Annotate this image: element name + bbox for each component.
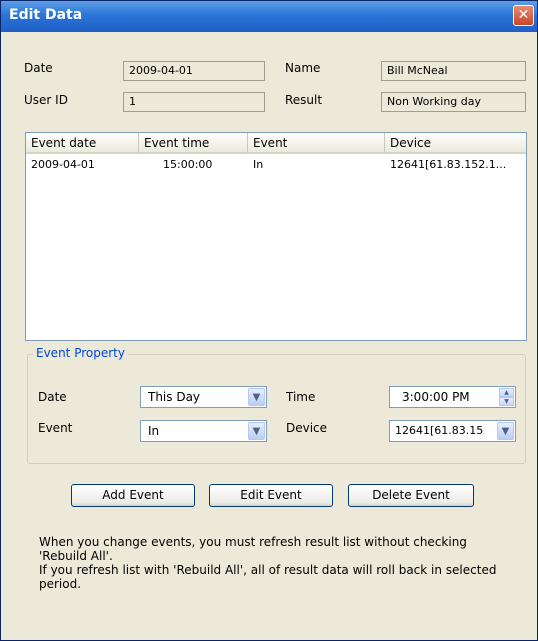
edit-event-button[interactable]: Edit Event	[209, 484, 333, 507]
time-spinner-value: 3:00:00 PM	[402, 390, 470, 404]
add-event-button[interactable]: Add Event	[71, 484, 195, 507]
events-list[interactable]: Event date Event time Event Device 2009-…	[25, 132, 527, 341]
event-select-value: In	[148, 424, 160, 438]
date-select-value: This Day	[148, 390, 201, 404]
column-header-event-time[interactable]: Event time	[139, 133, 248, 153]
name-field: Bill McNeal	[381, 61, 526, 81]
property-date-label: Date	[38, 390, 67, 404]
event-property-legend: Event Property	[33, 346, 128, 360]
device-select-value: 12641[61.83.15	[395, 424, 484, 437]
event-property-group	[27, 354, 526, 464]
cell-event: In	[253, 158, 264, 171]
window-title: Edit Data	[9, 7, 83, 23]
property-time-label: Time	[286, 390, 316, 404]
cell-device: 12641[61.83.152.1...	[390, 158, 507, 171]
date-select[interactable]: This Day ▼	[140, 386, 267, 408]
date-field: 2009-04-01	[123, 61, 265, 81]
column-header-event[interactable]: Event	[248, 133, 385, 153]
events-list-header: Event date Event time Event Device	[26, 133, 526, 154]
event-select[interactable]: In ▼	[140, 420, 267, 442]
column-header-event-date[interactable]: Event date	[26, 133, 139, 153]
user-id-label: User ID	[24, 93, 68, 107]
cell-event-date: 2009-04-01	[31, 158, 95, 171]
chevron-down-icon[interactable]: ▼	[248, 388, 265, 406]
close-icon: ✕	[517, 7, 530, 23]
delete-event-button[interactable]: Delete Event	[348, 484, 474, 507]
property-device-label: Device	[286, 421, 328, 435]
title-bar[interactable]: Edit Data ✕	[1, 1, 537, 32]
result-label: Result	[285, 93, 323, 107]
chevron-down-icon[interactable]: ▼	[499, 397, 514, 406]
user-id-field: 1	[123, 92, 265, 112]
edit-data-dialog: Edit Data ✕ Date 2009-04-01 Name Bill Mc…	[0, 0, 538, 641]
device-select[interactable]: 12641[61.83.15 ▼	[389, 420, 516, 442]
instruction-text: When you change events, you must refresh…	[39, 535, 519, 591]
table-row[interactable]: 2009-04-01 15:00:00 In 12641[61.83.152.1…	[26, 156, 526, 174]
close-button[interactable]: ✕	[513, 5, 534, 26]
name-label: Name	[285, 61, 321, 75]
chevron-up-icon[interactable]: ▲	[499, 388, 514, 397]
instruction-line-3: If you refresh list with 'Rebuild All', …	[39, 563, 497, 577]
chevron-down-icon[interactable]: ▼	[248, 422, 265, 440]
chevron-down-icon[interactable]: ▼	[497, 422, 514, 440]
date-label: Date	[24, 61, 53, 75]
column-header-device[interactable]: Device	[385, 133, 526, 153]
instruction-line-2: 'Rebuild All'.	[39, 549, 113, 563]
instruction-line-4: period.	[39, 577, 82, 591]
instruction-line-1: When you change events, you must refresh…	[39, 535, 467, 549]
time-spinner[interactable]: 3:00:00 PM ▲ ▼	[389, 386, 516, 408]
result-field: Non Working day	[381, 92, 526, 112]
cell-event-time: 15:00:00	[163, 158, 213, 171]
property-event-label: Event	[38, 421, 73, 435]
